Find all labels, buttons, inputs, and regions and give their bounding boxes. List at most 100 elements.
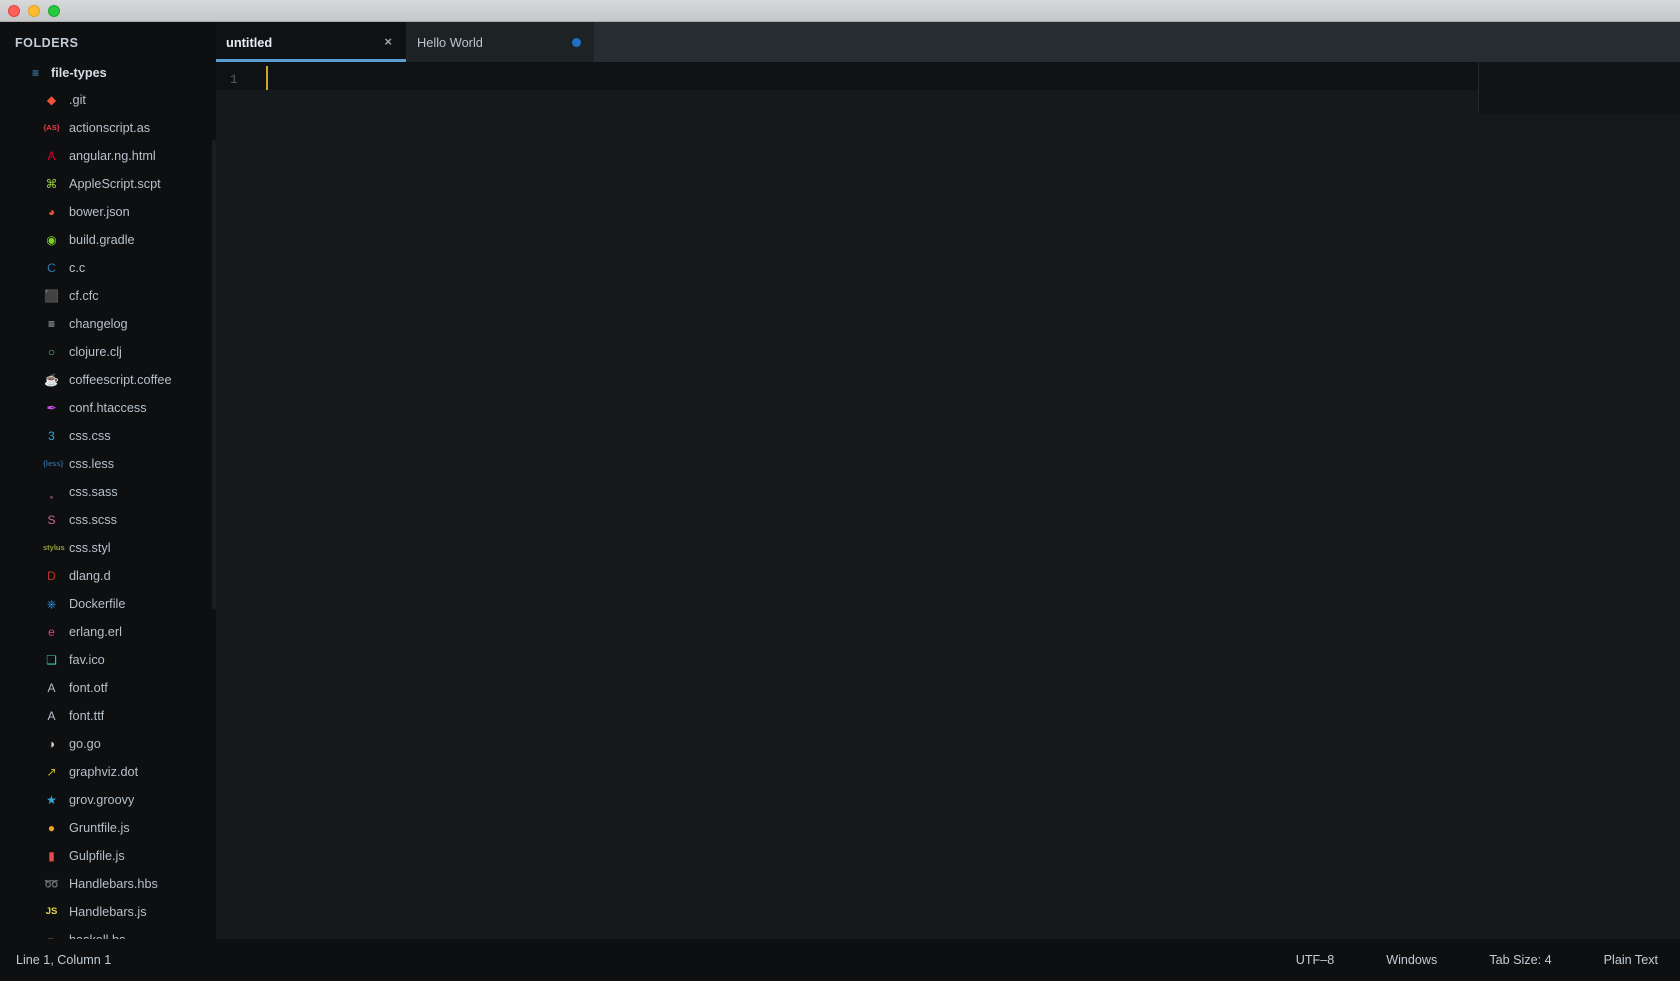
line-number-1: 1 — [230, 73, 238, 87]
sidebar-file-label: clojure.clj — [69, 345, 122, 359]
gradle-icon: ◉ — [46, 233, 57, 247]
sidebar-file-item[interactable]: ○ clojure.clj — [0, 338, 216, 366]
sidebar-file-item[interactable]: JS Handlebars.js — [0, 898, 216, 926]
tab-untitled-label: untitled — [226, 34, 273, 50]
sidebar-file-label: Handlebars.js — [69, 905, 147, 919]
sidebar-file-item[interactable]: ◑ go.go — [0, 730, 216, 758]
sidebar-file-label: Gruntfile.js — [69, 821, 130, 835]
sidebar-file-label: fav.ico — [69, 653, 105, 667]
apple-icon: ⌘ — [45, 177, 58, 191]
sidebar-file-item[interactable]: ◉ build.gradle — [0, 226, 216, 254]
sidebar-file-item[interactable]: {AS} actionscript.as — [0, 114, 216, 142]
font-icon: A — [47, 709, 56, 723]
sass-icon: ͓ — [43, 486, 60, 498]
window-titlebar — [0, 0, 1680, 22]
tab-untitled[interactable]: untitled × — [216, 22, 406, 62]
sidebar-file-item[interactable]: ● Gruntfile.js — [0, 814, 216, 842]
unsaved-changes-dot[interactable] — [572, 38, 581, 47]
sidebar-header-label: FOLDERS — [15, 36, 79, 50]
apache-icon: ✒ — [46, 401, 57, 415]
sidebar-folder-file-types[interactable]: ≡ file-types — [0, 60, 216, 86]
minimap-viewport[interactable] — [1478, 62, 1680, 114]
erlang-icon: e — [48, 625, 55, 639]
sidebar-file-item[interactable]: ☕ coffeescript.coffee — [0, 366, 216, 394]
git-icon: ◆ — [46, 93, 57, 107]
sidebar-file-label: css.styl — [69, 541, 111, 555]
sidebar-file-label: css.css — [69, 429, 111, 443]
sidebar-file-label: AppleScript.scpt — [69, 177, 161, 191]
sidebar-file-item[interactable]: ✒ conf.htaccess — [0, 394, 216, 422]
gulp-icon: ▮ — [48, 849, 55, 863]
coldfusion-icon: ⬛ — [44, 289, 59, 303]
sidebar-file-label: css.scss — [69, 513, 117, 527]
sidebar-file-item[interactable]: ◕ bower.json — [0, 198, 216, 226]
sidebar-file-item[interactable]: ⌘ AppleScript.scpt — [0, 170, 216, 198]
css3-icon: 3 — [48, 429, 55, 443]
editor-tabbar: untitled × Hello World — [216, 22, 1680, 62]
sidebar-file-label: css.less — [69, 457, 115, 471]
tab-size-status[interactable]: Tab Size: 4 — [1489, 953, 1551, 967]
sidebar-file-label: Gulpfile.js — [69, 849, 125, 863]
sidebar-file-label: conf.htaccess — [69, 401, 147, 415]
sidebar-file-item[interactable]: 3 css.css — [0, 422, 216, 450]
sidebar-file-label: bower.json — [69, 205, 130, 219]
groovy-icon: ★ — [46, 793, 57, 807]
dlang-icon: D — [47, 569, 56, 583]
less-icon: {less} — [43, 459, 64, 469]
sidebar-file-label: font.ttf — [69, 709, 105, 723]
sidebar-file-item[interactable]: Aangular.ng.html — [0, 142, 216, 170]
sidebar-file-item[interactable]: Afont.otf — [0, 674, 216, 702]
sidebar-file-item[interactable]: »haskell.hs — [0, 926, 216, 939]
line-endings-status[interactable]: Windows — [1386, 953, 1437, 967]
sidebar-file-item[interactable]: ❑ fav.ico — [0, 646, 216, 674]
code-editor[interactable]: 1 — [216, 62, 1680, 939]
status-bar: Line 1, Column 1 UTF–8 Windows Tab Size:… — [0, 939, 1680, 981]
sidebar-file-item[interactable]: ⬛ cf.cfc — [0, 282, 216, 310]
sidebar-file-item[interactable]: e erlang.erl — [0, 618, 216, 646]
close-icon[interactable]: × — [384, 35, 392, 48]
sidebar-file-label: graphviz.dot — [69, 765, 139, 779]
sidebar-file-label: font.otf — [69, 681, 108, 695]
c-lang-icon: C — [47, 261, 56, 275]
sidebar-file-item[interactable]: Scss.scss — [0, 506, 216, 534]
sidebar-file-item[interactable]: Cc.c — [0, 254, 216, 282]
sidebar-file-item[interactable]: ★ grov.groovy — [0, 786, 216, 814]
syntax-mode-status[interactable]: Plain Text — [1604, 953, 1658, 967]
sidebar-file-label: c.c — [69, 261, 86, 275]
stylus-icon: stylus — [43, 543, 65, 553]
sidebar-file-label: erlang.erl — [69, 625, 122, 639]
scss-icon: S — [47, 513, 56, 527]
sidebar-file-item[interactable]: stylus css.styl — [0, 534, 216, 562]
sidebar-file-label: dlang.d — [69, 569, 111, 583]
minimize-window-button[interactable] — [28, 4, 40, 17]
grunt-icon: ● — [47, 821, 56, 835]
sidebar-file-item[interactable]: ↗ graphviz.dot — [0, 758, 216, 786]
coffee-icon: ☕ — [44, 373, 59, 387]
sidebar-file-item[interactable]: ≡ changelog — [0, 310, 216, 338]
sidebar-file-item[interactable]: Afont.ttf — [0, 702, 216, 730]
javascript-icon: JS — [45, 906, 58, 918]
actionscript-icon: {AS} — [43, 123, 60, 133]
sidebar-file-item[interactable]: ◆ .git — [0, 86, 216, 114]
sidebar-file-item[interactable]: Ddlang.d — [0, 562, 216, 590]
docker-icon: ⎈ — [46, 597, 57, 611]
sidebar-file-item[interactable]: {less} css.less — [0, 450, 216, 478]
encoding-status[interactable]: UTF–8 — [1296, 953, 1335, 967]
sidebar-file-label: angular.ng.html — [69, 149, 156, 163]
changelog-icon: ≡ — [47, 317, 55, 331]
sidebar-file-item[interactable]: ͓ css.sass — [0, 478, 216, 506]
close-window-button[interactable] — [8, 4, 20, 17]
cursor-position-status[interactable]: Line 1, Column 1 — [16, 953, 111, 967]
angular-icon: A — [47, 149, 56, 163]
sidebar-file-item[interactable]: ⎈ Dockerfile — [0, 590, 216, 618]
maximize-window-button[interactable] — [48, 4, 60, 17]
sidebar-folder-label: file-types — [51, 66, 107, 80]
sidebar-file-label: Dockerfile — [69, 597, 126, 611]
sidebar-file-item[interactable]: ➿ Handlebars.hbs — [0, 870, 216, 898]
folders-sidebar: FOLDERS ≡ file-types ◆ .git {AS} actionscri… — [0, 22, 216, 939]
sidebar-file-label: .git — [69, 93, 86, 107]
text-caret — [266, 66, 268, 90]
sidebar-file-item[interactable]: ▮ Gulpfile.js — [0, 842, 216, 870]
sidebar-file-label: changelog — [69, 317, 128, 331]
tab-hello-world[interactable]: Hello World — [406, 22, 594, 62]
